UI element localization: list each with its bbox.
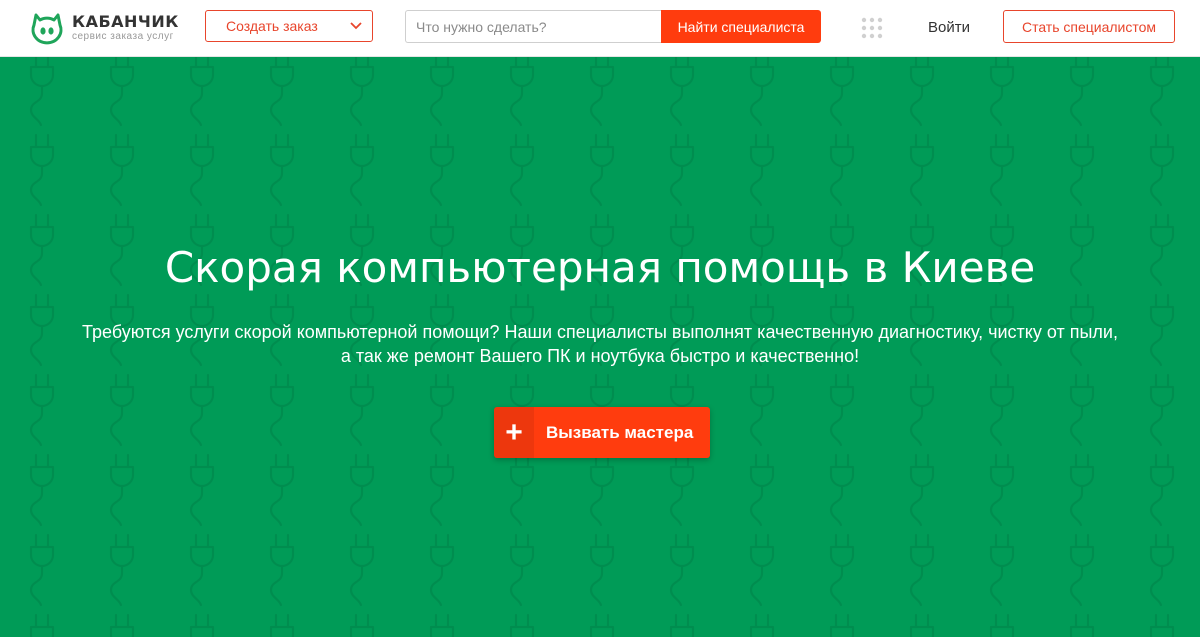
search-input[interactable]: [405, 10, 661, 43]
logo-text: КАБАНЧИК сервис заказа услуг: [72, 13, 179, 43]
plus-icon: +: [494, 407, 534, 458]
apps-grid-icon[interactable]: [861, 17, 883, 39]
hero-subtitle-line2: а так же ремонт Вашего ПК и ноутбука быс…: [340, 346, 860, 366]
search-bar: Найти специалиста: [405, 10, 821, 43]
chevron-down-icon: [350, 22, 362, 30]
brand-logo[interactable]: КАБАНЧИК сервис заказа услуг: [30, 10, 179, 46]
hero-subtitle-line1: Требуются услуги скорой компьютерной пом…: [82, 322, 1118, 342]
brand-tagline: сервис заказа услуг: [72, 31, 174, 42]
find-specialist-button[interactable]: Найти специалиста: [661, 10, 821, 43]
create-order-dropdown[interactable]: Создать заказ: [205, 10, 373, 42]
call-master-button[interactable]: + Вызвать мастера: [494, 407, 710, 458]
hero-section: Скорая компьютерная помощь в Киеве Требу…: [0, 57, 1200, 637]
pig-snout-icon: [31, 13, 63, 45]
create-order-label: Создать заказ: [226, 18, 318, 34]
become-specialist-button[interactable]: Стать специалистом: [1003, 10, 1175, 43]
hero-subtitle: Требуются услуги скорой компьютерной пом…: [80, 320, 1120, 368]
login-link[interactable]: Войти: [928, 19, 970, 36]
top-header: КАБАНЧИК сервис заказа услуг Создать зак…: [0, 0, 1200, 57]
hero-title: Скорая компьютерная помощь в Киеве: [164, 243, 1036, 292]
call-master-label: Вызвать мастера: [546, 422, 694, 442]
brand-name: КАБАНЧИК: [72, 12, 179, 31]
